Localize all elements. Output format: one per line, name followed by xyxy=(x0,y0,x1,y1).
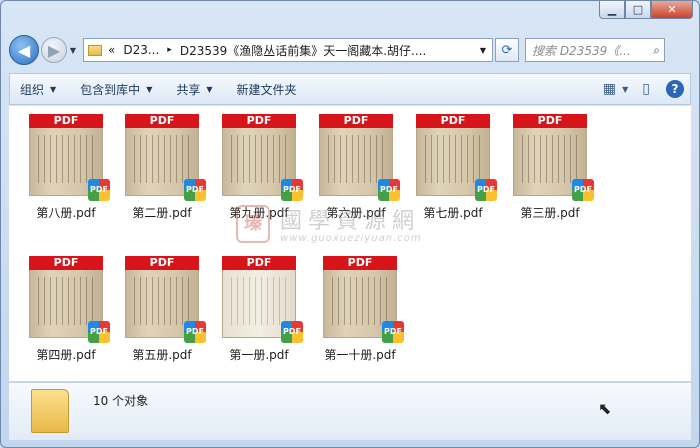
file-item[interactable]: PDF PDF 第四册.pdf xyxy=(20,256,112,363)
chevron-down-icon: ▼ xyxy=(206,84,213,94)
pdf-banner: PDF xyxy=(29,114,103,128)
breadcrumb-chevrons[interactable]: « xyxy=(108,43,115,57)
breadcrumb-separator-icon[interactable]: ▸ xyxy=(167,45,172,55)
file-item[interactable]: PDF PDF 第一册.pdf xyxy=(213,256,305,363)
file-list[interactable]: PDF PDF 第八册.pdf PDF PDF 第二册.pdf PDF PDF 第九册… xyxy=(9,106,691,381)
pdf-thumbnail: PDF PDF xyxy=(513,114,594,201)
preview-pane-icon[interactable]: ▯ xyxy=(642,81,650,97)
pdf-banner: PDF xyxy=(125,256,199,270)
search-placeholder: 搜索 D23539《... xyxy=(532,43,631,58)
forward-button[interactable]: ▶ xyxy=(41,37,67,63)
include-library-label: 包含到库中 xyxy=(80,82,141,97)
chevron-down-icon: ▼ xyxy=(146,84,153,94)
pdf-banner: PDF xyxy=(416,114,490,128)
view-options-dropdown-icon[interactable]: ▼ xyxy=(622,85,628,94)
share-menu[interactable]: 共享 ▼ xyxy=(176,81,212,98)
command-bar: 组织 ▼ 包含到库中 ▼ 共享 ▼ 新建文件夹 ▦ ▼ ▯ ? xyxy=(9,73,691,105)
change-view-icon[interactable]: ▦ xyxy=(603,81,616,97)
help-icon[interactable]: ? xyxy=(666,80,684,98)
toolbar-right-group: ▦ ▼ ▯ ? xyxy=(589,80,684,98)
maximize-button[interactable]: □ xyxy=(625,1,651,19)
pdf-banner: PDF xyxy=(323,256,397,270)
pdf-thumbnail: PDF PDF xyxy=(222,114,303,201)
item-count: 10 个对象 xyxy=(93,394,149,408)
pdf-app-icon: PDF xyxy=(572,179,594,201)
organize-menu[interactable]: 组织 ▼ xyxy=(20,81,56,98)
file-item[interactable]: PDF PDF 第八册.pdf xyxy=(20,114,112,221)
file-item[interactable]: PDF PDF 第三册.pdf xyxy=(504,114,596,221)
pdf-thumbnail: PDF PDF xyxy=(416,114,497,201)
pdf-app-icon: PDF xyxy=(475,179,497,201)
folder-icon xyxy=(31,389,69,433)
new-folder-label: 新建文件夹 xyxy=(236,82,297,97)
file-name: 第三册.pdf xyxy=(520,206,580,220)
explorer-window: ▁ □ ✕ ◀ ▶ ▼ « D23... ▸ D23539《渔隐丛话前集》天一阁… xyxy=(0,0,700,448)
pdf-thumbnail: PDF PDF xyxy=(222,256,303,343)
breadcrumb-item-parent[interactable]: D23... xyxy=(123,43,159,57)
details-pane: 10 个对象 xyxy=(9,382,691,440)
window-controls: ▁ □ ✕ xyxy=(599,1,693,19)
pdf-banner: PDF xyxy=(222,114,296,128)
back-button[interactable]: ◀ xyxy=(9,35,39,65)
pdf-banner: PDF xyxy=(222,256,296,270)
refresh-icon: ⟳ xyxy=(501,42,513,58)
file-name: 第二册.pdf xyxy=(132,206,192,220)
file-item[interactable]: PDF PDF 第五册.pdf xyxy=(116,256,208,363)
address-dropdown-icon[interactable]: ▼ xyxy=(474,46,492,55)
folder-icon xyxy=(88,44,102,56)
watermark: 瑧 國學資源網 www.guoxueziyuan.com xyxy=(234,201,474,251)
pdf-app-icon: PDF xyxy=(378,179,400,201)
file-name: 第五册.pdf xyxy=(132,348,192,362)
pdf-thumbnail: PDF PDF xyxy=(29,256,110,343)
navigation-row: ◀ ▶ ▼ « D23... ▸ D23539《渔隐丛话前集》天一阁藏本.胡仔.… xyxy=(9,35,691,65)
pdf-thumbnail: PDF PDF xyxy=(125,114,206,201)
search-icon[interactable]: ⌕ xyxy=(653,43,660,58)
search-input[interactable]: 搜索 D23539《... ⌕ xyxy=(525,38,665,62)
file-name: 第四册.pdf xyxy=(36,348,96,362)
pdf-app-icon: PDF xyxy=(184,321,206,343)
mouse-cursor-icon: ⬉ xyxy=(598,399,612,418)
pdf-thumbnail: PDF PDF xyxy=(29,114,110,201)
file-item[interactable]: PDF PDF 第二册.pdf xyxy=(116,114,208,221)
recent-pages-dropdown[interactable]: ▼ xyxy=(67,46,79,55)
watermark-title: 國學資源網 xyxy=(280,209,421,234)
pdf-app-icon: PDF xyxy=(88,179,110,201)
file-name: 第一十册.pdf xyxy=(324,348,396,362)
address-bar[interactable]: « D23... ▸ D23539《渔隐丛话前集》天一阁藏本.胡仔.... ▼ xyxy=(83,38,493,62)
pdf-app-icon: PDF xyxy=(88,321,110,343)
refresh-button[interactable]: ⟳ xyxy=(495,38,519,62)
minimize-button[interactable]: ▁ xyxy=(599,1,625,19)
include-in-library-menu[interactable]: 包含到库中 ▼ xyxy=(80,81,152,98)
pdf-banner: PDF xyxy=(125,114,199,128)
chevron-down-icon: ▼ xyxy=(50,84,57,94)
forward-arrow-icon: ▶ xyxy=(47,40,61,60)
pdf-banner: PDF xyxy=(319,114,393,128)
file-item[interactable]: PDF PDF 第一十册.pdf xyxy=(310,256,410,363)
pdf-app-icon: PDF xyxy=(184,179,206,201)
pdf-app-icon: PDF xyxy=(281,179,303,201)
file-name: 第一册.pdf xyxy=(229,348,289,362)
pdf-thumbnail: PDF PDF xyxy=(323,256,404,343)
pdf-app-icon: PDF xyxy=(281,321,303,343)
new-folder-button[interactable]: 新建文件夹 xyxy=(237,81,297,98)
close-button[interactable]: ✕ xyxy=(651,1,693,19)
organize-label: 组织 xyxy=(20,82,45,97)
pdf-thumbnail: PDF PDF xyxy=(319,114,400,201)
share-label: 共享 xyxy=(176,82,201,97)
file-name: 第八册.pdf xyxy=(36,206,96,220)
pdf-banner: PDF xyxy=(513,114,587,128)
pdf-banner: PDF xyxy=(29,256,103,270)
watermark-logo-icon: 瑧 xyxy=(236,205,270,243)
pdf-app-icon: PDF xyxy=(382,321,404,343)
breadcrumb-item-current[interactable]: D23539《渔隐丛话前集》天一阁藏本.胡仔.... xyxy=(180,42,427,59)
back-arrow-icon: ◀ xyxy=(17,40,31,60)
watermark-url: www.guoxueziyuan.com xyxy=(280,233,422,244)
pdf-thumbnail: PDF PDF xyxy=(125,256,206,343)
